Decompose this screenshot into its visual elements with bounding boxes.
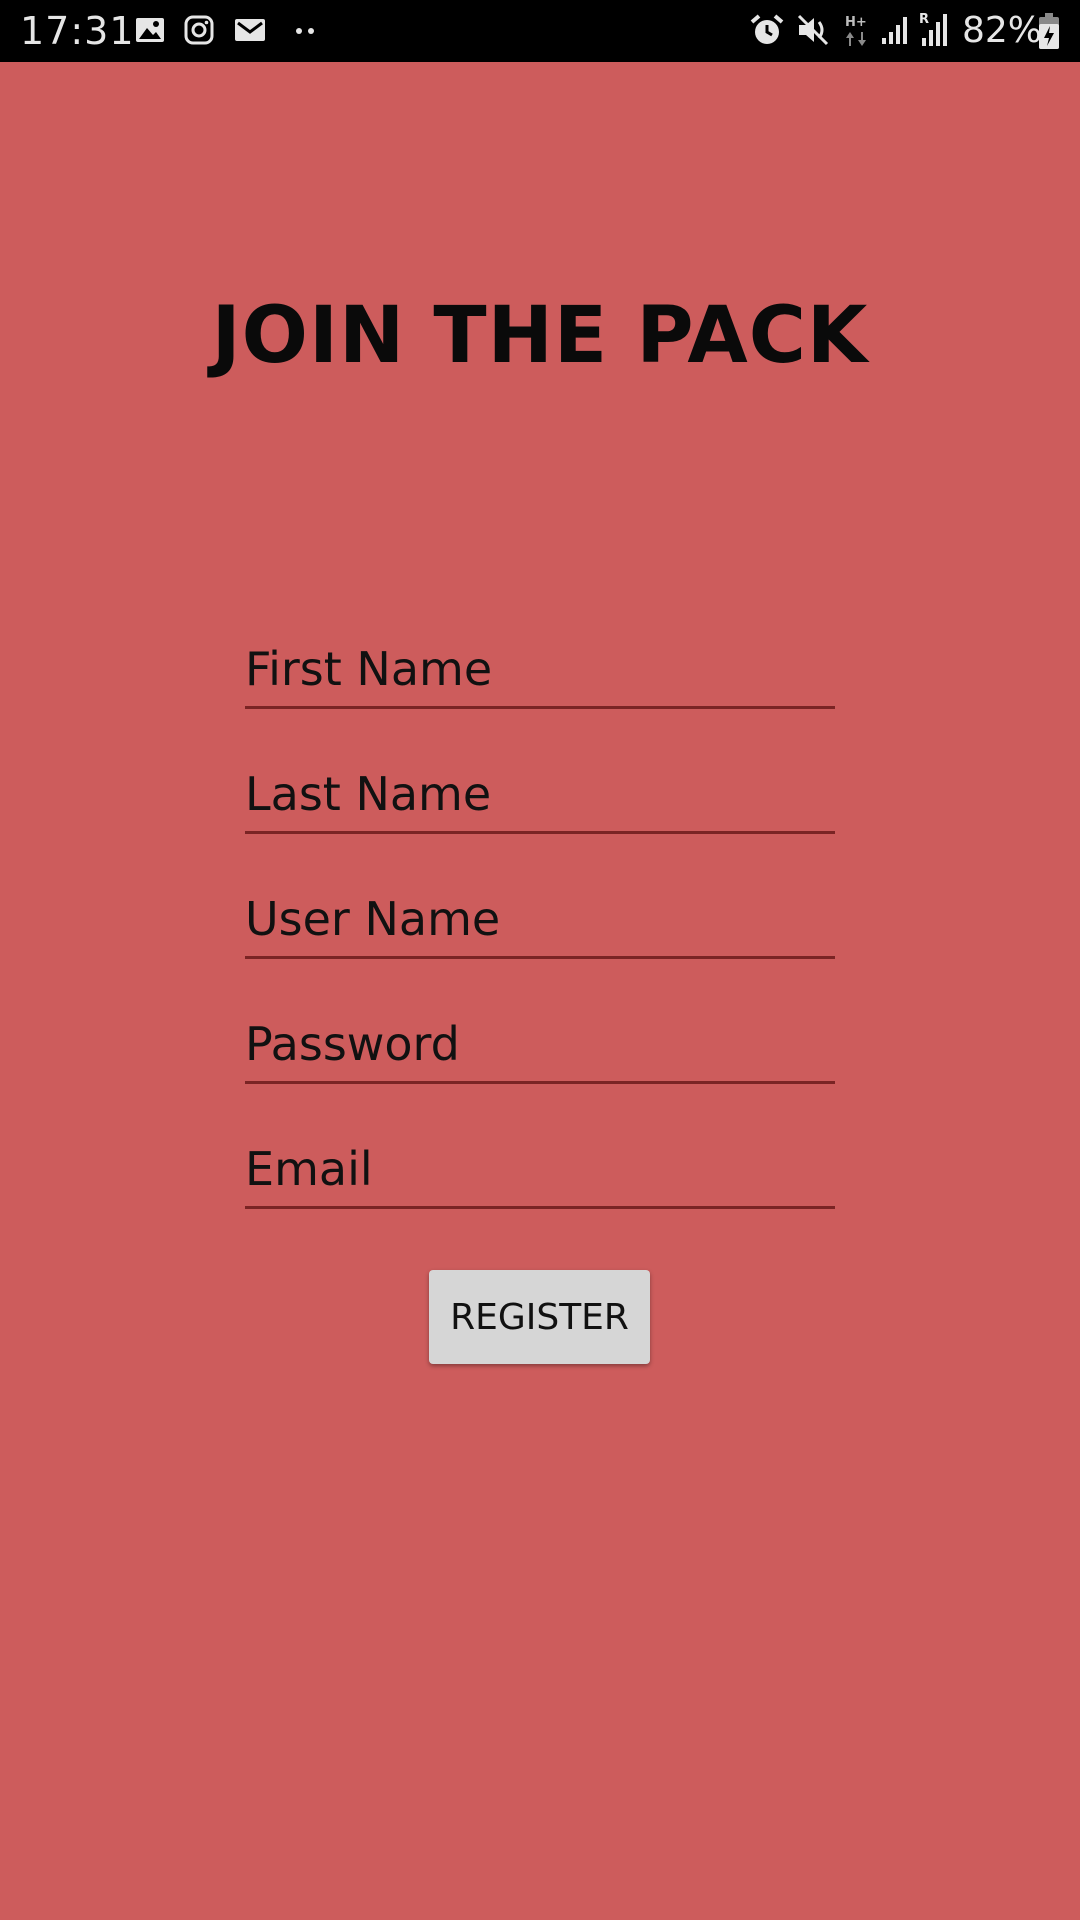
svg-text:H+: H+ — [845, 15, 867, 30]
gmail-icon — [233, 14, 267, 46]
battery-percentage: 82% — [962, 10, 1043, 51]
user-name-field-container — [245, 876, 835, 959]
password-field-container — [245, 1001, 835, 1084]
last-name-field-container — [245, 751, 835, 834]
user-name-input[interactable] — [245, 888, 835, 950]
register-button[interactable]: REGISTER — [429, 1270, 650, 1364]
mute-icon — [795, 12, 831, 46]
first-name-field-container — [245, 626, 835, 709]
gallery-icon — [134, 14, 166, 46]
svg-text:R: R — [919, 12, 929, 27]
instagram-icon — [183, 14, 215, 46]
page-title: JOIN THE PACK — [211, 291, 869, 381]
roaming-signal-icon: R — [918, 10, 952, 46]
more-dots-icon — [294, 14, 318, 46]
email-input[interactable] — [245, 1138, 835, 1200]
email-field-container — [245, 1126, 835, 1209]
hplus-data-icon: H+ — [843, 12, 871, 46]
password-input[interactable] — [245, 1013, 835, 1075]
status-bar: 17:31 H+ R 82% — [0, 0, 1080, 62]
status-time: 17:31 — [20, 9, 135, 53]
signal-icon — [880, 14, 910, 46]
alarm-icon — [749, 12, 785, 44]
last-name-input[interactable] — [245, 763, 835, 825]
battery-charging-icon — [1038, 12, 1060, 49]
first-name-input[interactable] — [245, 638, 835, 700]
